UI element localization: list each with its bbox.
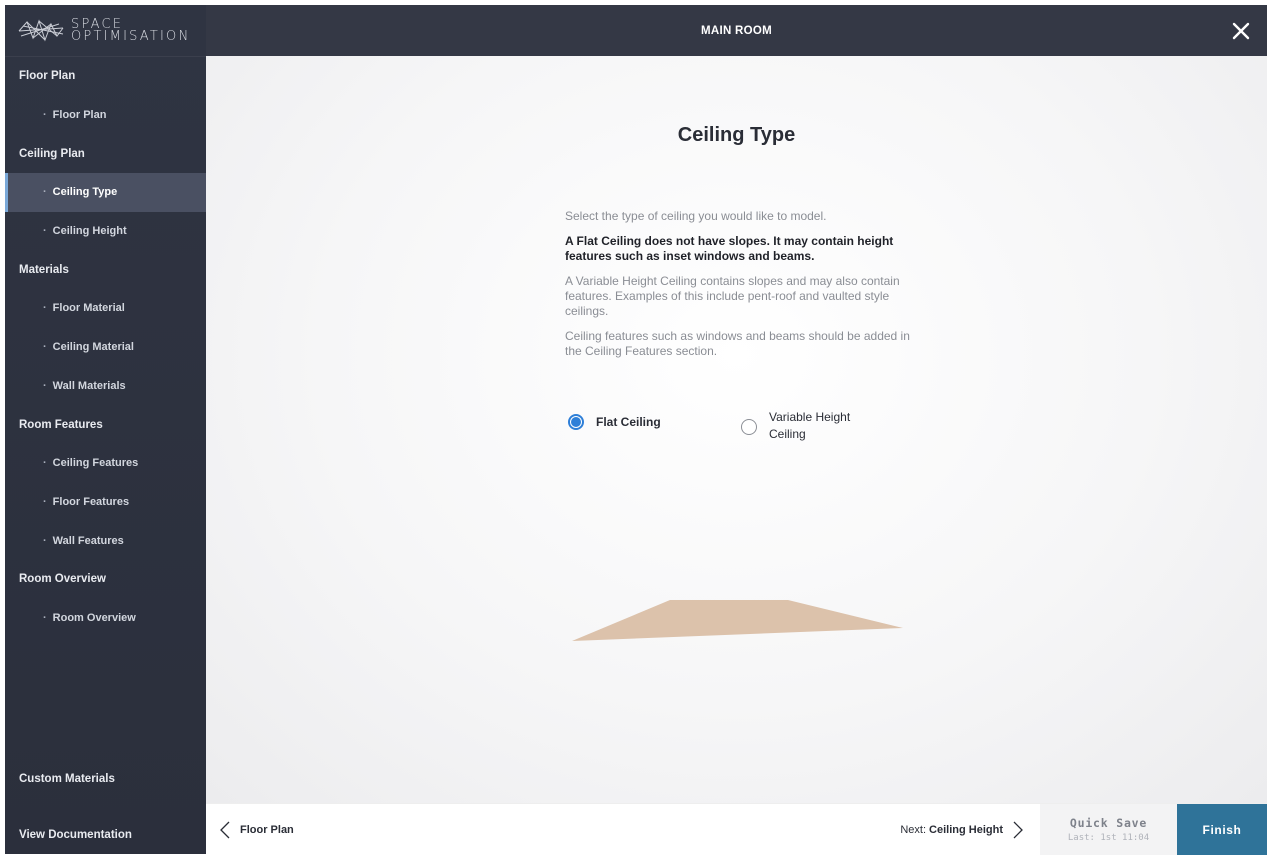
bullet: · bbox=[43, 457, 47, 470]
next-step-label: Ceiling Height bbox=[929, 823, 1003, 836]
flat-ceiling-label: Flat Ceiling bbox=[596, 415, 661, 429]
flat-ceiling-radio[interactable] bbox=[568, 414, 584, 430]
intro-text: Select the type of ceiling you would lik… bbox=[565, 209, 827, 223]
nav-item-label: Wall Features bbox=[52, 534, 124, 547]
nav-section-materials[interactable]: Materials bbox=[5, 250, 206, 289]
logo-icon bbox=[18, 18, 64, 42]
page-header-title: MAIN ROOM bbox=[700, 24, 773, 37]
variable-label-line2: Ceiling bbox=[769, 427, 806, 441]
close-button[interactable] bbox=[1225, 15, 1257, 47]
brand-name: SPACE OPTIMISATION bbox=[71, 18, 191, 44]
nav-item-label: Ceiling Height bbox=[52, 225, 127, 238]
nav-item-label: Ceiling Features bbox=[52, 457, 139, 470]
flat-ceiling-description: A Flat Ceiling does not have slopes. It … bbox=[565, 234, 894, 263]
previous-step-button[interactable]: Floor Plan bbox=[218, 804, 294, 855]
bullet: · bbox=[43, 495, 47, 508]
quick-save-button[interactable]: Quick Save Last: 1st 11:04 bbox=[1040, 804, 1177, 855]
variable-ceiling-description: A Variable Height Ceiling contains slope… bbox=[565, 274, 900, 318]
variable-height-ceiling-label: Variable Height Ceiling bbox=[769, 409, 850, 443]
next-prefix: Next: bbox=[900, 823, 927, 836]
last-saved-text: Last: 1st 11:04 bbox=[1067, 833, 1150, 843]
flat-ceiling-option[interactable]: Flat Ceiling bbox=[568, 414, 661, 430]
bullet: · bbox=[43, 379, 47, 392]
nav-section-floor-plan[interactable]: Floor Plan bbox=[5, 57, 206, 96]
variable-label-line1: Variable Height bbox=[769, 410, 851, 424]
features-note: Ceiling features such as windows and bea… bbox=[565, 329, 910, 358]
bullet: · bbox=[43, 302, 47, 315]
ceiling-type-options: Flat Ceiling Variable Height Ceiling bbox=[568, 409, 908, 449]
chevron-left-icon bbox=[220, 821, 230, 838]
nav-item-label: Wall Materials bbox=[52, 379, 126, 392]
nav-item-floor-plan[interactable]: · Floor Plan bbox=[5, 96, 206, 135]
variable-height-ceiling-radio[interactable] bbox=[741, 419, 757, 435]
ceiling-preview-shape bbox=[572, 600, 903, 641]
quick-save-label: Quick Save bbox=[1069, 816, 1148, 830]
finish-button[interactable]: Finish bbox=[1177, 804, 1267, 855]
ceiling-preview bbox=[572, 600, 903, 641]
nav-item-label: Floor Material bbox=[52, 302, 125, 315]
brand-logo[interactable]: SPACE OPTIMISATION bbox=[5, 5, 206, 57]
variable-height-ceiling-option[interactable]: Variable Height Ceiling bbox=[741, 409, 850, 443]
description: Select the type of ceiling you would lik… bbox=[565, 209, 910, 369]
sidebar: SPACE OPTIMISATION Floor Plan · Floor Pla… bbox=[5, 5, 206, 854]
nav-item-room-overview[interactable]: · Room Overview bbox=[5, 599, 206, 638]
bullet: · bbox=[43, 611, 47, 624]
nav-item-label: Ceiling Type bbox=[52, 186, 118, 199]
nav-item-ceiling-type[interactable]: · Ceiling Type bbox=[5, 173, 206, 212]
footer-bar: Floor Plan Next: Ceiling Height Quick Sa… bbox=[206, 803, 1267, 855]
nav-item-ceiling-material[interactable]: · Ceiling Material bbox=[5, 328, 206, 367]
next-step-button[interactable]: Next: Ceiling Height bbox=[900, 804, 1025, 855]
nav-item-wall-materials[interactable]: · Wall Materials bbox=[5, 367, 206, 406]
nav-item-floor-features[interactable]: · Floor Features bbox=[5, 483, 206, 522]
nav-item-wall-features[interactable]: · Wall Features bbox=[5, 521, 206, 560]
nav-item-ceiling-height[interactable]: · Ceiling Height bbox=[5, 212, 206, 251]
header-bar: MAIN ROOM bbox=[206, 5, 1267, 56]
page-title: Ceiling Type bbox=[677, 124, 796, 146]
previous-step-label: Floor Plan bbox=[240, 823, 294, 836]
brand-line2: OPTIMISATION bbox=[71, 28, 191, 44]
nav-item-ceiling-features[interactable]: · Ceiling Features bbox=[5, 444, 206, 483]
nav-item-label: Room Overview bbox=[52, 611, 136, 624]
main-panel: Ceiling Type Select the type of ceiling … bbox=[206, 56, 1267, 803]
chevron-right-icon bbox=[1013, 821, 1023, 838]
bullet: · bbox=[43, 109, 47, 122]
close-icon bbox=[1232, 22, 1250, 40]
nav-item-label: Ceiling Material bbox=[52, 341, 134, 354]
bullet: · bbox=[43, 341, 47, 354]
nav-item-floor-material[interactable]: · Floor Material bbox=[5, 289, 206, 328]
nav-item-label: Floor Plan bbox=[52, 109, 107, 122]
custom-materials-link[interactable]: Custom Materials bbox=[5, 760, 206, 798]
view-documentation-link[interactable]: View Documentation bbox=[5, 816, 206, 854]
bullet: · bbox=[43, 186, 47, 199]
nav-section-room-overview[interactable]: Room Overview bbox=[5, 560, 206, 599]
bullet: · bbox=[43, 225, 47, 238]
nav-section-room-features[interactable]: Room Features bbox=[5, 405, 206, 444]
bullet: · bbox=[43, 534, 47, 547]
nav-item-label: Floor Features bbox=[52, 495, 130, 508]
nav-section-ceiling-plan[interactable]: Ceiling Plan bbox=[5, 134, 206, 173]
